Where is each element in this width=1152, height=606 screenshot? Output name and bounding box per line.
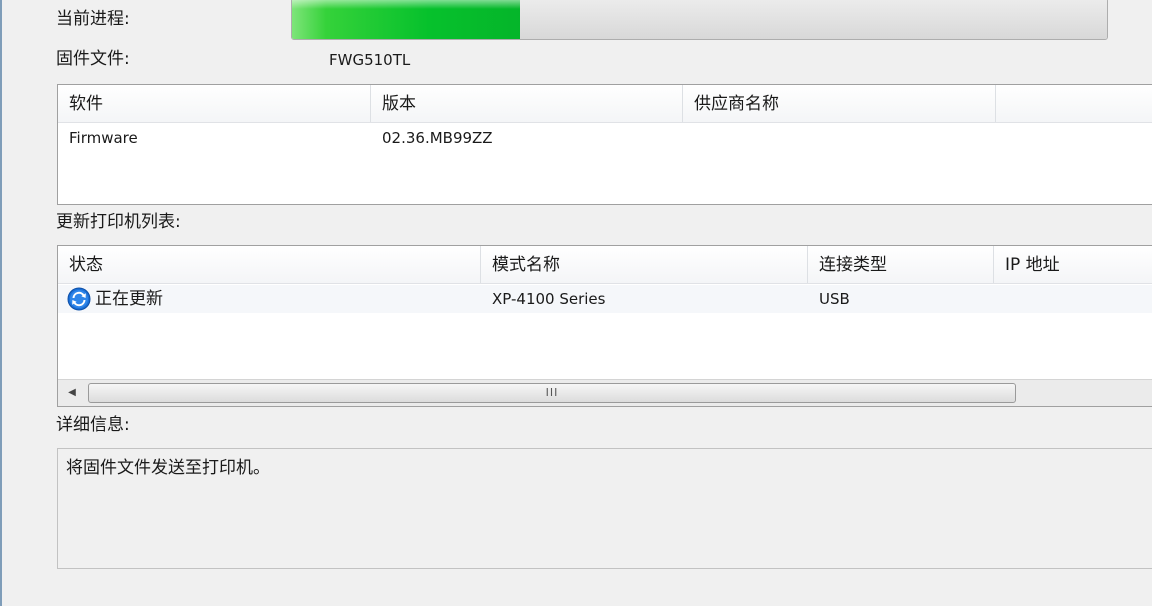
software-vendor (683, 124, 694, 152)
table-row[interactable]: 正在更新 XP-4100 Series USB (58, 285, 1152, 313)
column-ip-address[interactable]: IP 地址 (994, 246, 1152, 283)
printer-ip (994, 285, 1005, 313)
column-vendor[interactable]: 供应商名称 (683, 85, 996, 122)
firmware-file-label: 固件文件: (56, 49, 130, 69)
column-software[interactable]: 软件 (58, 85, 371, 122)
scroll-left-arrow-icon[interactable]: ◀ (60, 382, 84, 404)
table-row[interactable]: Firmware 02.36.MB99ZZ (58, 124, 1152, 152)
printer-list[interactable]: 状态 模式名称 连接类型 IP 地址 正在更新 XP-4100 Series U… (57, 245, 1152, 407)
details-label: 详细信息: (56, 415, 130, 435)
progress-bar (291, 0, 1108, 40)
column-connection-type[interactable]: 连接类型 (808, 246, 994, 283)
software-list-header: 软件 版本 供应商名称 (58, 85, 1152, 123)
printer-connection: USB (819, 290, 850, 308)
software-version: 02.36.MB99ZZ (382, 129, 493, 147)
printer-status: 正在更新 (95, 289, 163, 309)
firmware-file-value: FWG510TL (329, 51, 411, 69)
horizontal-scrollbar[interactable]: ◀ III (58, 379, 1152, 406)
printer-list-label: 更新打印机列表: (56, 212, 181, 232)
column-version[interactable]: 版本 (371, 85, 683, 122)
scroll-thumb[interactable]: III (88, 383, 1016, 403)
progress-label: 当前进程: (56, 9, 130, 29)
progress-fill (292, 0, 521, 39)
details-text: 将固件文件发送至打印机。 (66, 458, 270, 478)
window-left-edge (0, 0, 2, 606)
details-box: 将固件文件发送至打印机。 (57, 448, 1152, 569)
software-list[interactable]: 软件 版本 供应商名称 Firmware 02.36.MB99ZZ (57, 84, 1152, 205)
column-model-name[interactable]: 模式名称 (481, 246, 808, 283)
software-name: Firmware (69, 129, 138, 147)
column-empty[interactable] (996, 85, 1152, 122)
printer-model: XP-4100 Series (492, 290, 606, 308)
printer-list-header: 状态 模式名称 连接类型 IP 地址 (58, 246, 1152, 284)
column-status[interactable]: 状态 (58, 246, 481, 283)
